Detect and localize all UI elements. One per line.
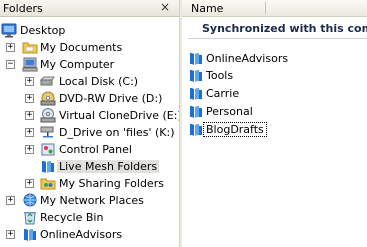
live-mesh-folder-icon [188, 122, 204, 137]
sharing-folder-icon [40, 176, 56, 191]
tree-item-label: D_Drive on 'files' (K:) [59, 126, 175, 139]
tree-item-my-documents[interactable]: + My Documents [0, 39, 179, 56]
expand-icon[interactable]: + [25, 111, 34, 120]
computer-icon [22, 57, 38, 72]
tree-item-label: My Computer [40, 58, 115, 71]
tree-item-live-mesh-folders[interactable]: Live Mesh Folders [0, 158, 179, 175]
dvd-drive-icon [40, 91, 56, 106]
tree-item-label: Local Disk (C:) [59, 75, 139, 88]
recycle-bin-icon [22, 210, 38, 225]
tree-item-label: Recycle Bin [40, 211, 104, 224]
expand-icon[interactable]: + [25, 179, 34, 188]
tree-item-my-computer[interactable]: − My Computer [0, 56, 179, 73]
column-separator[interactable] [265, 2, 266, 14]
tree-item-label: DVD-RW Drive (D:) [59, 92, 163, 105]
tree-item-desktop[interactable]: Desktop [0, 22, 179, 39]
tree-item-label: OnlineAdvisors [40, 228, 123, 241]
expand-icon[interactable]: + [6, 196, 15, 205]
folder-icon [22, 40, 38, 55]
expand-icon[interactable]: + [6, 230, 15, 239]
live-mesh-folder-icon [188, 51, 204, 66]
tree-item-label: Control Panel [59, 143, 132, 156]
column-header: Name [182, 0, 367, 17]
expand-icon[interactable]: + [25, 77, 34, 86]
network-drive-icon [40, 125, 56, 140]
expand-icon[interactable]: + [25, 128, 34, 137]
tree-item-label: My Network Places [40, 194, 144, 207]
hard-disk-icon [39, 74, 56, 89]
expand-icon[interactable]: + [6, 43, 15, 52]
list-item-label: OnlineAdvisors [206, 52, 289, 65]
live-mesh-folder-icon [188, 104, 204, 119]
tree-item-network-drive-k[interactable]: + D_Drive on 'files' (K:) [0, 124, 179, 141]
group-divider [188, 38, 367, 39]
expand-icon[interactable]: + [25, 145, 34, 154]
tree-item-label: My Sharing Folders [59, 177, 164, 190]
details-pane: Name Synchronized with this computer Onl… [182, 0, 367, 247]
tree-item-virtual-clonedrive-e[interactable]: + Virtual CloneDrive (E:) [0, 107, 179, 124]
close-icon[interactable]: × [158, 1, 172, 14]
tree-item-label: Desktop [20, 24, 66, 37]
tree-item-control-panel[interactable]: + Control Panel [0, 141, 179, 158]
column-header-name[interactable]: Name [191, 2, 223, 15]
tree-item-label: Live Mesh Folders [57, 160, 160, 173]
desktop-icon [1, 23, 17, 38]
folders-pane-title: Folders [3, 2, 43, 15]
tree-item-onlineadvisors[interactable]: + OnlineAdvisors [0, 226, 179, 243]
live-mesh-folder-icon [188, 68, 204, 83]
live-mesh-folder-icon [22, 227, 38, 242]
tree-item-my-network-places[interactable]: + My Network Places [0, 192, 179, 209]
tree-item-my-sharing-folders[interactable]: + My Sharing Folders [0, 175, 179, 192]
tree-item-local-disk-c[interactable]: + Local Disk (C:) [0, 73, 179, 90]
collapse-icon[interactable]: − [6, 60, 15, 69]
cd-drive-icon [40, 108, 56, 123]
live-mesh-folder-icon [40, 159, 56, 174]
tree-item-dvd-rw-drive-d[interactable]: + DVD-RW Drive (D:) [0, 90, 179, 107]
sync-group-heading: Synchronized with this computer [202, 22, 367, 35]
live-mesh-folder-icon [188, 86, 204, 101]
list-item-label: BlogDrafts [203, 122, 267, 137]
network-places-icon [22, 193, 38, 208]
list-item-label: Tools [206, 69, 234, 82]
tree-item-label: My Documents [40, 41, 123, 54]
list-item-label: Personal [206, 105, 253, 118]
control-panel-icon [40, 142, 56, 157]
tree-item-recycle-bin[interactable]: Recycle Bin [0, 209, 179, 226]
folders-pane: Folders × Desktop + My Documents − My Co… [0, 0, 179, 247]
expand-icon[interactable]: + [25, 94, 34, 103]
folders-pane-header: Folders × [0, 0, 179, 17]
list-item-label: Carrie [206, 87, 240, 100]
tree-item-label: Virtual CloneDrive (E:) [59, 109, 179, 122]
